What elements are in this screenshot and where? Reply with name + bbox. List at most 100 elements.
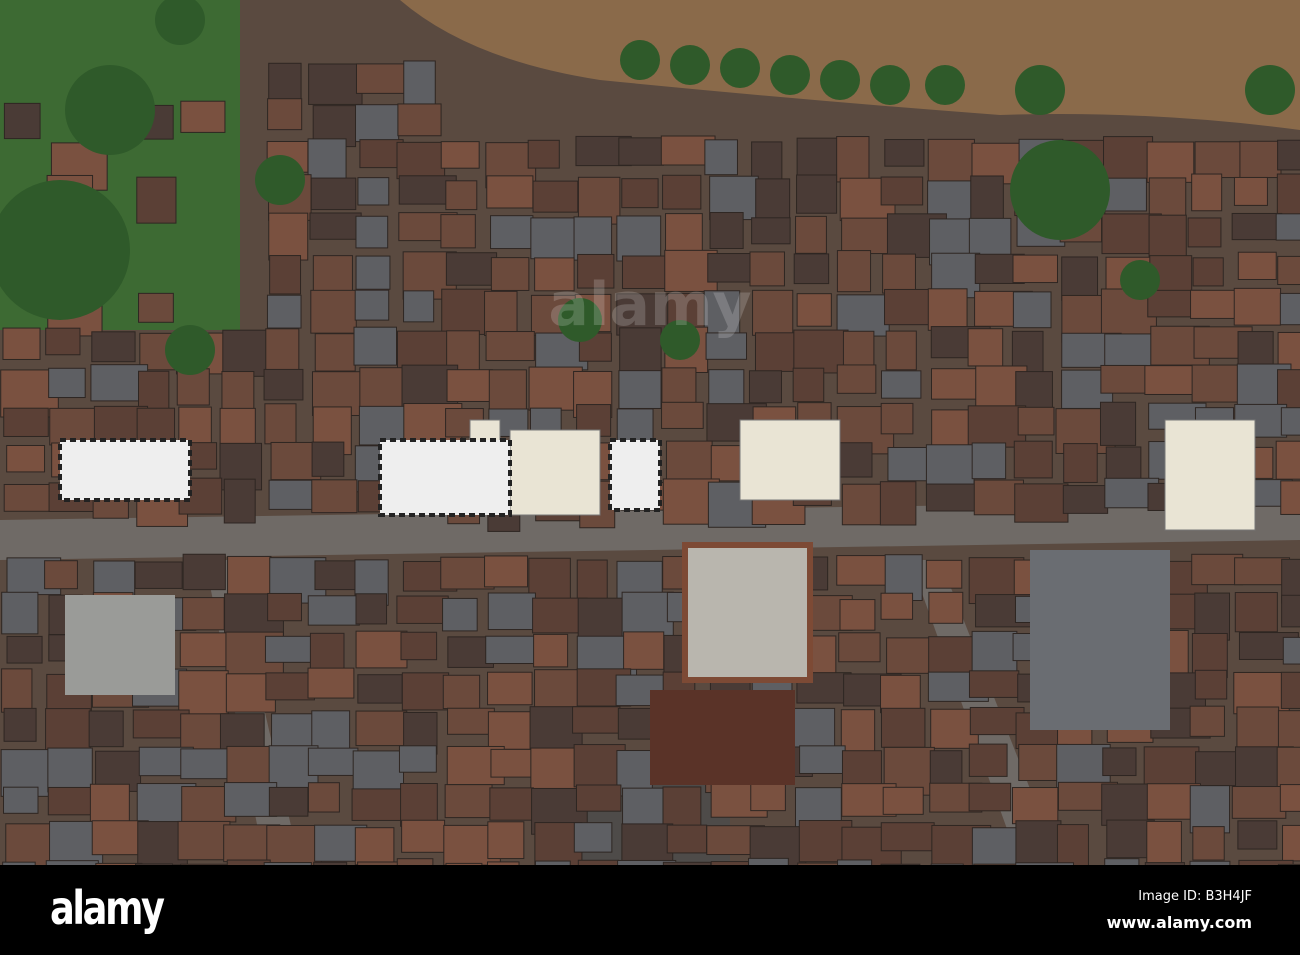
building-roof [838,632,881,663]
building-roof [840,709,876,758]
building-roof [1189,705,1225,737]
building-roof [308,63,363,105]
building-roof [445,252,498,286]
building-roof [748,370,782,404]
building-roof [268,786,309,817]
building-roof [1231,212,1283,241]
building-roof [884,139,925,167]
tree [558,298,602,342]
building-roof [444,784,493,819]
building-roof [880,370,922,399]
building-roof [925,483,981,512]
building-roof [307,782,340,813]
building-roof [3,707,37,742]
tree [165,325,215,375]
building-roof [666,824,708,854]
building-roof [621,178,659,209]
building-roof [48,367,86,399]
building-roof [882,786,924,815]
building-roof [1280,407,1300,436]
building-roof [264,403,297,445]
building-roof [623,631,665,670]
building-roof [750,781,786,812]
building-roof [1279,292,1300,326]
building-roof [527,139,560,169]
building-roof [621,591,674,637]
building-roof [1282,824,1300,862]
building-roof [621,823,674,862]
building-roof [880,176,924,206]
building-roof [755,178,791,221]
alamy-logo: alamy [50,881,165,935]
building-roof [1062,485,1109,514]
tree [1010,140,1110,240]
building-roof [842,330,875,368]
tudor-facade [378,438,512,517]
building-roof [1277,369,1300,409]
hall-roof [1030,550,1170,730]
building-roof [621,255,670,290]
building-roof [227,555,272,598]
footer-bar: alamy Image ID: B3H4JF www.alamy.com [0,865,1300,955]
building-roof [662,786,702,828]
building-roof [930,368,978,400]
building-roof [487,671,533,706]
building-roof [1102,747,1137,777]
building-roof [401,819,446,853]
building-roof [618,137,664,166]
building-roof [1275,213,1300,241]
building-roof [138,292,174,323]
building-roof [534,257,575,292]
building-roof [265,672,315,701]
building-roof [134,561,183,589]
building-roof [311,441,345,477]
building-roof [136,176,177,224]
tree [870,65,910,105]
building-roof [703,290,741,334]
building-roof [1279,784,1300,812]
building-roof [357,177,390,206]
building-roof [704,139,738,176]
building-roof [841,750,882,789]
building-roof [1280,480,1300,515]
building-roof [616,215,662,262]
image-id: Image ID: B3H4JF [1138,889,1252,904]
building-roof [486,175,534,209]
building-roof [352,750,405,792]
building-roof [749,251,785,287]
tree [770,55,810,95]
tree [620,40,660,80]
building-roof [223,782,278,817]
building-roof [573,216,613,261]
building-roof [484,290,518,337]
building-roof [3,483,53,512]
building-roof [573,822,613,853]
rendered-facade [1164,419,1256,531]
building-roof [1194,141,1241,179]
building-roof [484,555,529,588]
tree [65,65,155,155]
building-roof [661,401,704,429]
building-roof [3,102,41,140]
building-roof [396,595,449,624]
building-roof [490,257,530,291]
building-roof [1187,217,1222,248]
building-roof [2,327,41,360]
building-roof [354,827,395,865]
building-roof [1277,255,1300,286]
building-roof [490,215,534,250]
building-roof [1234,592,1278,633]
building-roof [351,788,406,821]
building-roof [403,60,436,109]
building-roof [396,141,446,180]
building-roof [796,174,838,214]
aerial-town-photo [0,0,1300,865]
building-roof [837,442,873,478]
building-roof [836,364,877,394]
building-roof [1276,173,1300,220]
building-roof [1191,364,1243,403]
site-url: www.alamy.com [1106,913,1252,932]
building-roof [1148,214,1187,258]
building-roof [752,289,794,336]
building-roof [268,212,309,261]
